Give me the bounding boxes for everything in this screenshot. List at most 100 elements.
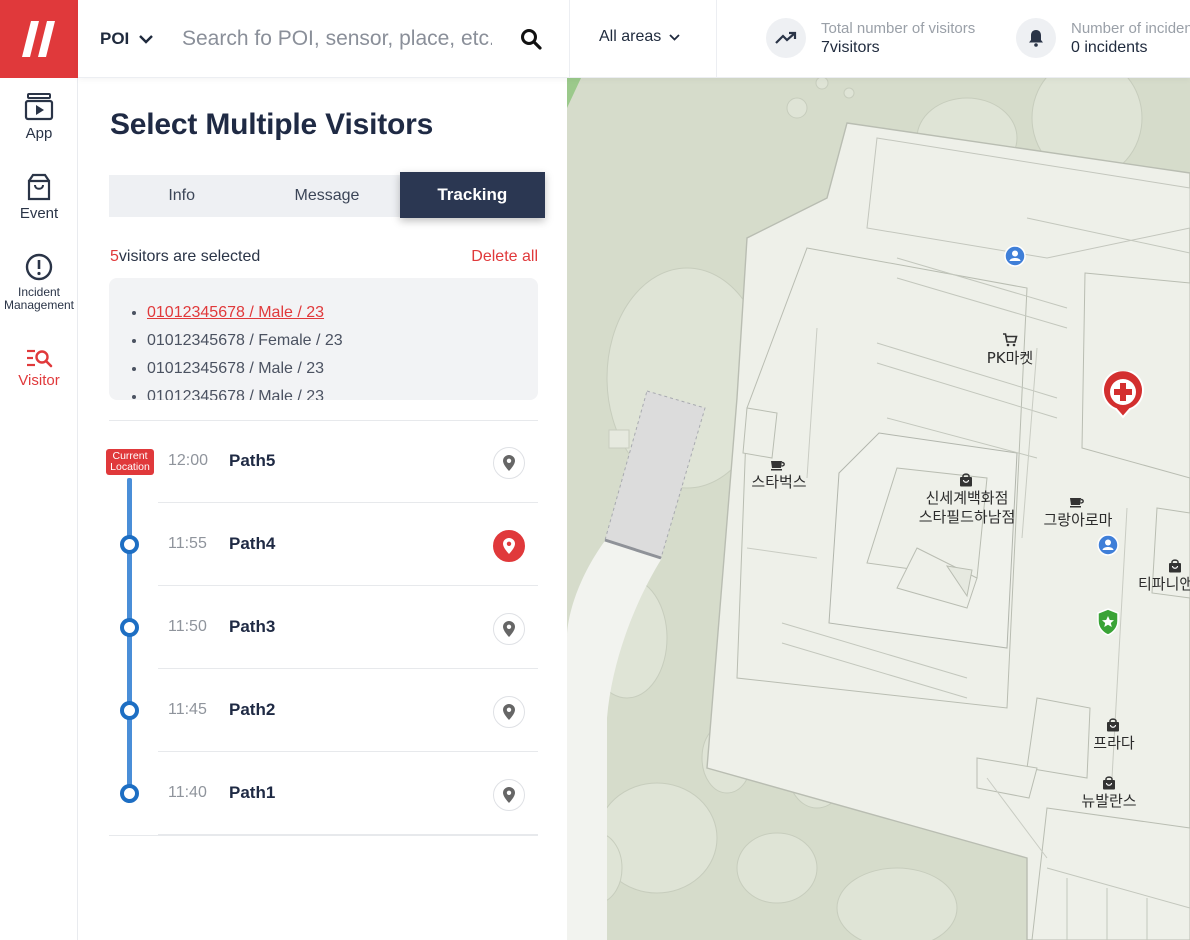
locate-button[interactable] xyxy=(493,613,525,645)
path-name: Path3 xyxy=(229,617,276,636)
app-icon xyxy=(24,93,54,121)
nav-item-incident-management[interactable]: Incident Management xyxy=(0,253,78,312)
list-item[interactable]: 01012345678 / Female / 23 xyxy=(147,327,538,355)
shopping-bag-icon xyxy=(1106,718,1122,733)
visitors-stat: Total number of visitors 7visitors xyxy=(766,18,975,58)
map-pin-icon xyxy=(503,621,515,637)
divider xyxy=(569,0,570,78)
coffee-icon xyxy=(770,459,786,473)
path-name: Path1 xyxy=(229,783,276,802)
tab-bar: Info Message Tracking xyxy=(109,172,545,218)
areas-dropdown-label: All areas xyxy=(599,28,662,45)
poi-label[interactable]: 신세계백화점 xyxy=(907,489,1027,508)
incidents-stat-value: 0 incidents xyxy=(1071,38,1148,56)
page-title: Select Multiple Visitors xyxy=(110,108,434,141)
poi-label[interactable]: 티파니앤 xyxy=(1138,575,1190,594)
search-icon xyxy=(521,29,542,50)
alert-circle-icon xyxy=(25,253,53,281)
visitor-panel: Select Multiple Visitors Info Message Tr… xyxy=(79,78,567,940)
first-aid-marker-icon[interactable] xyxy=(1101,371,1145,419)
visitor-text: 01012345678 / Male / 23 xyxy=(147,388,325,400)
path-row[interactable]: 11:55 Path4 xyxy=(158,504,538,586)
selected-count-number: 5 xyxy=(110,248,119,265)
locate-button[interactable] xyxy=(493,779,525,811)
left-navigation: App Event Incident Management Visitor xyxy=(0,78,78,940)
security-shield-icon[interactable] xyxy=(1096,608,1120,636)
path-name: Path4 xyxy=(229,534,276,553)
nav-item-label: Visitor xyxy=(18,372,60,389)
poi-label[interactable]: 스타필드하남점 xyxy=(907,508,1027,527)
timeline-dot xyxy=(120,618,139,637)
selected-count-suffix: visitors are selected xyxy=(118,248,261,265)
person-marker-icon[interactable] xyxy=(1097,534,1119,556)
nav-item-visitor[interactable]: Visitor xyxy=(0,348,78,388)
locate-button[interactable] xyxy=(493,696,525,728)
list-item[interactable]: 01012345678 / Male / 23 xyxy=(147,299,538,327)
visitor-text: 01012345678 / Female / 23 xyxy=(147,332,343,349)
path-name: Path5 xyxy=(229,451,276,470)
poi-label[interactable]: 프라다 xyxy=(1084,734,1144,753)
trending-up-icon xyxy=(766,18,806,58)
path-time: 11:50 xyxy=(168,618,207,635)
path-row[interactable]: 11:50 Path3 xyxy=(158,587,538,669)
nav-item-event[interactable]: Event xyxy=(0,173,78,221)
selected-count-text: 5visitors are selected xyxy=(110,248,260,266)
list-item[interactable]: 01012345678 / Male / 23 xyxy=(147,383,538,400)
list-item[interactable]: 01012345678 / Male / 23 xyxy=(147,355,538,383)
shopping-bag-icon xyxy=(1168,559,1184,574)
path-time: 11:40 xyxy=(168,784,207,801)
divider xyxy=(109,835,538,836)
coffee-icon xyxy=(1069,496,1085,510)
tab-message[interactable]: Message xyxy=(254,175,399,217)
nav-item-label: App xyxy=(25,125,53,142)
logo-slashes-icon xyxy=(22,21,55,57)
divider xyxy=(716,0,717,78)
map-pin-icon xyxy=(503,538,515,554)
app-logo[interactable] xyxy=(0,0,78,78)
path-row[interactable]: 11:40 Path1 xyxy=(158,753,538,835)
poi-label[interactable]: 뉴발란스 xyxy=(1071,792,1147,811)
timeline-dot xyxy=(120,784,139,803)
visitor-link[interactable]: 01012345678 / Male / 23 xyxy=(147,304,324,321)
shopping-bag-icon xyxy=(27,173,51,201)
visitors-stat-label: Total number of visitors xyxy=(821,19,976,37)
locate-button[interactable] xyxy=(493,447,525,479)
selected-visitor-list[interactable]: 01012345678 / Male / 23 01012345678 / Fe… xyxy=(109,278,538,400)
cart-icon xyxy=(1002,333,1018,347)
path-time: 11:45 xyxy=(168,701,207,718)
search-input[interactable] xyxy=(182,20,492,58)
poi-label[interactable]: 스타벅스 xyxy=(739,473,819,492)
incidents-stat: Number of incidents 0 incidents xyxy=(1016,18,1190,58)
delete-all-button[interactable]: Delete all xyxy=(471,248,538,266)
bell-icon xyxy=(1016,18,1056,58)
shopping-bag-icon xyxy=(1102,776,1118,791)
search-button[interactable] xyxy=(516,24,546,54)
locate-button[interactable] xyxy=(493,530,525,562)
path-time: 12:00 xyxy=(168,452,209,469)
timeline-dot xyxy=(120,535,139,554)
shopping-bag-icon xyxy=(959,473,975,488)
poi-dropdown-label: POI xyxy=(100,29,130,48)
chevron-down-icon xyxy=(139,34,154,44)
nav-item-label: Incident Management xyxy=(3,285,75,312)
tab-tracking[interactable]: Tracking xyxy=(399,172,545,218)
floor-map[interactable]: PK마켓 스타벅스 신세계백화점 스타필드하남점 그랑아로마 티파니앤 프라다 … xyxy=(567,78,1190,940)
chevron-down-icon xyxy=(669,33,680,41)
poi-label[interactable]: PK마켓 xyxy=(975,349,1045,368)
person-marker-icon[interactable] xyxy=(1004,245,1026,267)
visitor-search-icon xyxy=(27,349,53,368)
areas-dropdown[interactable]: All areas xyxy=(599,28,680,46)
visitor-text: 01012345678 / Male / 23 xyxy=(147,360,325,377)
poi-label[interactable]: 그랑아로마 xyxy=(1037,511,1119,530)
path-row[interactable]: 12:00 Path5 xyxy=(158,421,538,503)
visitors-stat-value: 7visitors xyxy=(821,38,880,56)
map-pin-icon xyxy=(503,704,515,720)
timeline-dot xyxy=(120,701,139,720)
nav-item-app[interactable]: App xyxy=(0,93,78,141)
path-name: Path2 xyxy=(229,700,276,719)
path-row[interactable]: 11:45 Path2 xyxy=(158,670,538,752)
tab-info[interactable]: Info xyxy=(109,175,254,217)
map-pin-icon xyxy=(503,787,515,803)
poi-dropdown[interactable]: POI xyxy=(100,26,154,52)
map-pin-icon xyxy=(503,455,515,471)
